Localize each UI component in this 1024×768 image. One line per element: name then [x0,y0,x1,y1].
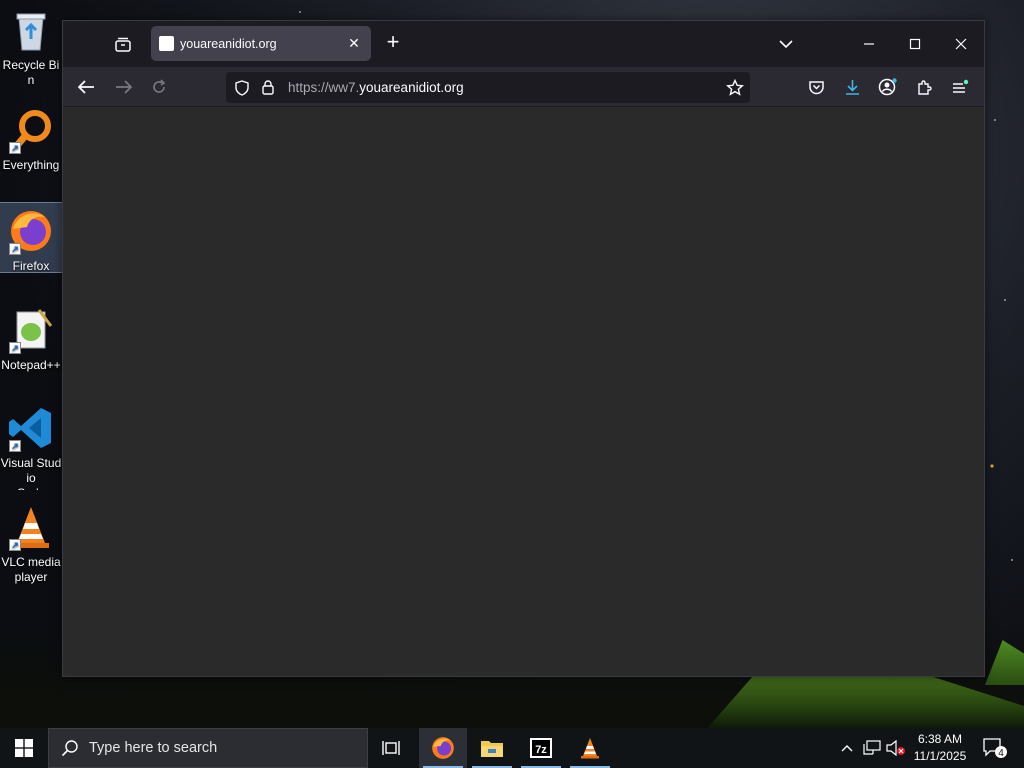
desktop-icon-vscode[interactable]: ↗ Visual Studio Code [0,400,62,490]
shortcut-arrow-icon: ↗ [9,539,21,551]
navigation-toolbar: https://ww7.youareanidiot.org [63,67,984,107]
firefox-window: youareanidiot.org ✕ + https://ww7.youare… [62,20,985,677]
clock-time: 6:38 AM [917,732,963,746]
taskbar-firefox-button[interactable] [419,728,467,768]
shortcut-arrow-icon: ↗ [9,243,21,255]
search-placeholder: Type here to search [89,740,218,756]
forward-button[interactable] [111,75,135,99]
desktop-icon-label: VLC media player [1,555,61,584]
account-button[interactable] [876,75,900,99]
close-icon [955,38,967,50]
downloads-button[interactable] [840,75,864,99]
firefox-view-icon [115,37,131,52]
vscode-icon: ↗ [7,404,55,452]
arrow-left-icon [78,80,94,94]
everything-search-icon: ↗ [7,106,55,154]
taskbar-search-box[interactable]: Type here to search [48,728,368,768]
notepad-plus-plus-icon: ↗ [7,306,55,354]
url-domain: youareanidiot.org [359,80,464,95]
app-menu-button[interactable] [948,75,972,99]
windows-logo-icon [15,739,33,757]
vlc-cone-icon: ↗ [7,503,55,551]
desktop-icon-recycle-bin[interactable]: Recycle Bin [0,2,62,88]
maximize-button[interactable] [900,30,930,58]
show-hidden-icons-button[interactable] [836,728,858,768]
firefox-icon: ↗ [7,207,55,255]
puzzle-piece-icon [917,79,932,95]
arrow-right-icon [116,80,132,94]
vlc-cone-icon [581,738,599,759]
desktop-icon-label: Visual Studio Code [0,456,62,490]
tab-youareanidiot[interactable]: youareanidiot.org ✕ [151,26,371,61]
taskbar: Type here to search 7z 6:38 AM 11/1/2025 [0,728,1024,768]
reload-button[interactable] [147,75,171,99]
back-button[interactable] [75,75,99,99]
tab-title: youareanidiot.org [180,36,277,51]
bookmark-star-icon[interactable] [726,79,744,96]
taskbar-clock[interactable]: 6:38 AM 11/1/2025 [905,731,975,765]
list-all-tabs-button[interactable] [771,30,801,58]
tracking-protection-shield-icon[interactable] [234,80,250,96]
pocket-button[interactable] [804,75,828,99]
taskbar-file-explorer-button[interactable] [468,728,516,768]
extensions-button[interactable] [912,75,936,99]
chevron-up-icon [841,745,853,752]
start-button[interactable] [0,728,48,768]
hamburger-menu-icon [953,79,969,93]
desktop-icon-label: Recycle Bin [2,58,60,87]
account-icon [878,78,897,96]
task-view-icon [382,741,400,755]
minimize-button[interactable] [854,30,884,58]
notification-count: 4 [998,748,1004,759]
firefox-icon [432,737,454,759]
svg-text:7z: 7z [535,744,547,756]
desktop-icon-label: Notepad++ [1,358,61,372]
new-tab-button[interactable]: + [381,31,405,55]
minimize-icon [864,43,874,45]
desktop-icon-vlc[interactable]: ↗ VLC media player [0,499,62,589]
recycle-bin-icon [7,6,55,54]
close-window-button[interactable] [946,30,976,58]
network-button[interactable] [860,728,884,768]
desktop-icon-firefox[interactable]: ↗ Firefox [0,202,63,273]
url-text[interactable]: https://ww7.youareanidiot.org [288,80,464,95]
page-content-area[interactable] [63,107,984,676]
reload-icon [153,79,166,93]
close-tab-icon[interactable]: ✕ [345,35,363,52]
address-bar[interactable]: https://ww7.youareanidiot.org [226,72,750,103]
7zip-icon: 7z [530,738,552,758]
desktop-icon-label: Firefox [12,259,50,272]
taskbar-vlc-button[interactable] [566,728,614,768]
network-icon [863,740,881,755]
maximize-icon [909,38,921,50]
firefox-view-button[interactable] [109,34,137,56]
taskbar-7zip-button[interactable]: 7z [517,728,565,768]
desktop-icon-notepad-plus-plus[interactable]: ↗ Notepad++ [0,302,62,388]
volume-muted-icon [886,740,905,756]
desktop-icon-everything[interactable]: ↗ Everything [0,102,62,188]
tab-bar: youareanidiot.org ✕ + [63,21,984,67]
search-icon [61,740,78,757]
desktop-icon-label: Everything [2,158,60,172]
download-icon [845,79,859,95]
notification-icon: 4 [983,738,1007,759]
url-prefix: https://ww7. [288,80,360,95]
task-view-button[interactable] [368,728,416,768]
page-favicon-icon [159,36,174,51]
shortcut-arrow-icon: ↗ [9,440,21,452]
pocket-icon [808,81,824,95]
folder-icon [481,741,503,757]
clock-date: 11/1/2025 [913,749,967,763]
lock-icon[interactable] [261,79,275,96]
chevron-down-icon [779,40,793,49]
action-center-button[interactable]: 4 [980,728,1010,768]
shortcut-arrow-icon: ↗ [9,142,21,154]
shortcut-arrow-icon: ↗ [9,342,21,354]
